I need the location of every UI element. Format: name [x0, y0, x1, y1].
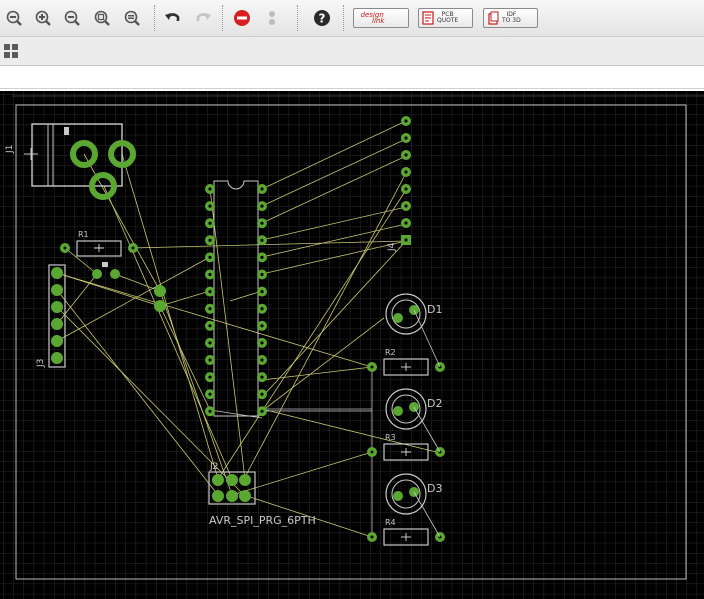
pad-hole: [404, 136, 408, 140]
idf-to-3d-line2: TO 3D: [502, 17, 521, 24]
pad-hole: [208, 272, 212, 277]
redo-button[interactable]: [193, 8, 213, 28]
pad-hole: [260, 358, 264, 362]
secondary-toolbar: [0, 37, 704, 66]
j2-label: J2: [209, 462, 218, 472]
pad-hole: [260, 341, 264, 345]
pad-hole: [260, 409, 264, 413]
pad-hole: [260, 221, 264, 225]
pad-hole: [404, 238, 408, 242]
r1-label: R1: [78, 230, 89, 239]
r4-label: R4: [385, 518, 396, 527]
pad-hole: [260, 375, 264, 379]
svg-text:?: ?: [319, 12, 326, 26]
design-link-line2: link: [372, 17, 385, 25]
help-button[interactable]: ?: [312, 8, 332, 28]
d1-label: D1: [427, 303, 442, 316]
main-toolbar: ? design link PCB QUOTE IDF TO 3D: [0, 0, 704, 37]
avr-spi-label: AVR_SPI_PRG_6PTH: [209, 514, 316, 527]
toolbar-separator: [343, 5, 345, 31]
go-button[interactable]: [262, 8, 282, 28]
pad-hole: [260, 272, 264, 277]
pad-hole: [260, 255, 264, 259]
pad-hole: [260, 290, 264, 294]
pad-hole: [208, 255, 212, 259]
d2-label: D2: [427, 397, 442, 410]
board-svg: J1 R1 J3 J4 D1 D2 D3 R2 R3 R4 J2 AVR_SPI…: [0, 91, 704, 599]
toolbar-separator: [154, 5, 156, 31]
zoom-out-button[interactable]: [62, 8, 82, 28]
layout-grid-icon: [4, 44, 18, 58]
pcb-quote-line2: QUOTE: [437, 17, 459, 24]
go-icon: [269, 11, 275, 25]
zoom-select-icon: [94, 10, 110, 26]
board-grid: [0, 91, 704, 599]
zoom-last-icon: [124, 10, 140, 26]
pad-hole: [208, 324, 212, 328]
help-icon: ?: [314, 10, 330, 26]
pad-hole: [404, 119, 408, 123]
design-link-button[interactable]: design link: [353, 8, 409, 28]
pad-hole: [404, 170, 408, 174]
design-link-label: design link: [360, 12, 385, 25]
j1-label: J1: [5, 145, 15, 154]
undo-icon: [165, 13, 180, 21]
r2-label: R2: [385, 348, 396, 357]
pad-hole: [208, 341, 212, 345]
pad-hole: [208, 187, 212, 191]
idf-to-3d-button[interactable]: IDF TO 3D: [483, 8, 538, 28]
redo-icon: [196, 13, 211, 21]
toolbar-separator: [297, 5, 299, 31]
pad-hole: [260, 187, 264, 191]
pad-hole: [260, 238, 264, 242]
pad-hole: [260, 392, 264, 396]
zoom-select-button[interactable]: [92, 8, 112, 28]
pad-hole: [404, 153, 408, 157]
idf-to-3d-icon: [488, 11, 499, 25]
zoom-fit-button[interactable]: [4, 8, 24, 28]
pcb-quote-label: PCB QUOTE: [437, 12, 458, 24]
pad-hole: [260, 204, 264, 208]
pad-hole: [260, 324, 264, 328]
zoom-in-icon: [35, 10, 51, 26]
r3-label: R3: [385, 433, 396, 442]
pad-hole: [208, 392, 212, 396]
command-line-input[interactable]: [0, 66, 704, 89]
stop-icon: [234, 10, 250, 26]
pad-hole: [208, 409, 212, 413]
pcb-quote-icon: [422, 11, 434, 25]
pcb-quote-button[interactable]: PCB QUOTE: [418, 8, 473, 28]
d3-label: D3: [427, 482, 442, 495]
zoom-fit-icon: [6, 10, 22, 26]
zoom-in-button[interactable]: [33, 8, 53, 28]
zoom-last-button[interactable]: [122, 8, 142, 28]
pad-hole: [208, 358, 212, 362]
pad-hole: [404, 221, 408, 225]
pad-hole: [260, 307, 264, 311]
board-canvas[interactable]: J1 R1 J3 J4 D1 D2 D3 R2 R3 R4 J2 AVR_SPI…: [0, 91, 704, 599]
zoom-out-icon: [64, 10, 80, 26]
pad-hole: [208, 375, 212, 379]
j4-label: J4: [387, 242, 397, 252]
pad-hole: [208, 238, 212, 242]
pad-hole: [208, 204, 212, 208]
pad-hole: [404, 204, 408, 208]
pad-hole: [208, 290, 212, 294]
idf-to-3d-label: IDF TO 3D: [502, 12, 521, 24]
layout-grid-button[interactable]: [3, 43, 19, 59]
pad-hole: [208, 221, 212, 225]
undo-button[interactable]: [163, 8, 183, 28]
toolbar-separator: [222, 5, 224, 31]
j3-label: J3: [36, 359, 46, 368]
pad-hole: [208, 307, 212, 311]
stop-button[interactable]: [232, 8, 252, 28]
pad-hole: [404, 187, 408, 191]
